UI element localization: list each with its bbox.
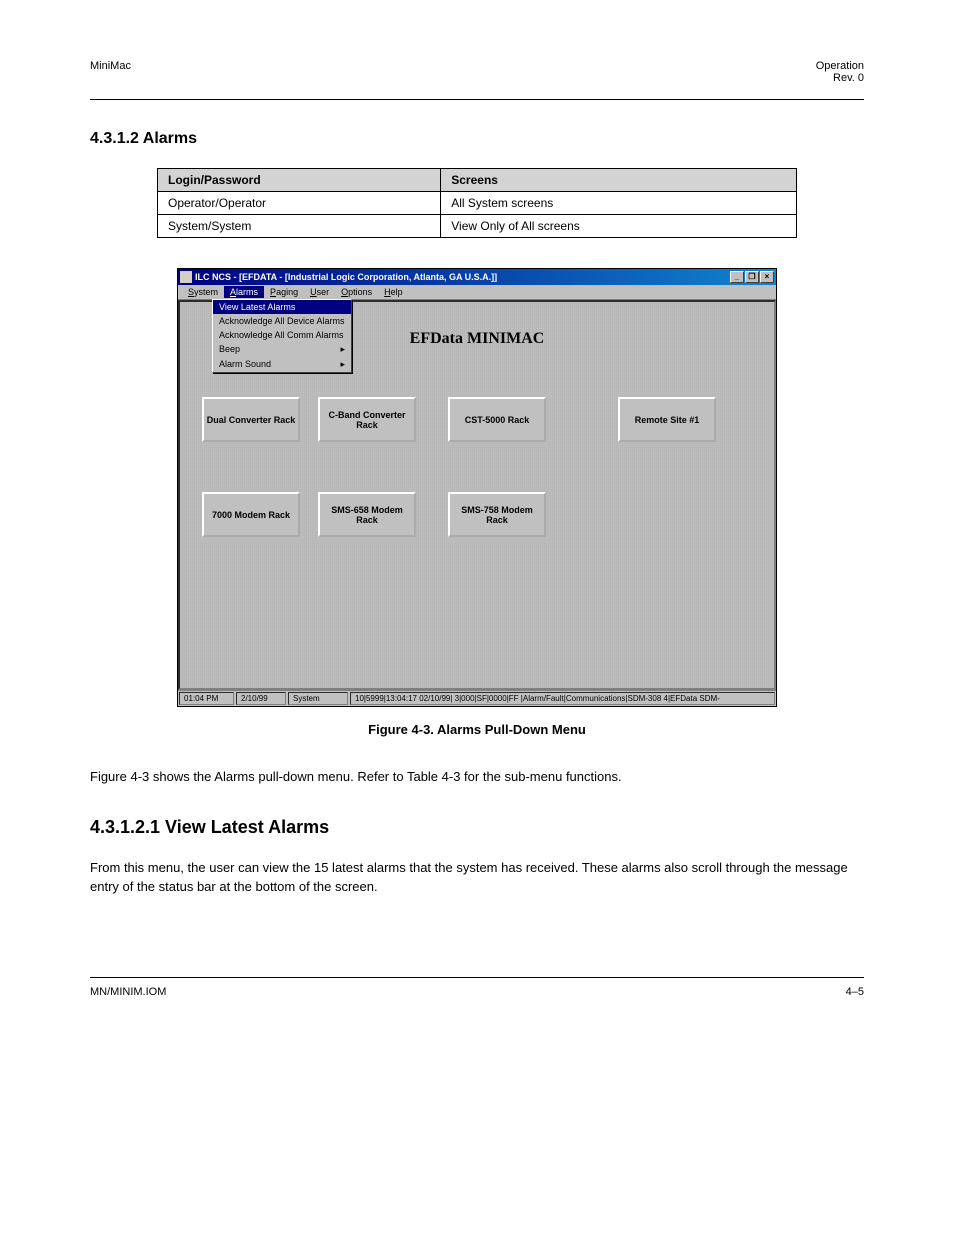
- login-col2-header: Screens: [441, 169, 797, 192]
- menu-system[interactable]: System: [182, 286, 224, 298]
- menu-user[interactable]: User: [304, 286, 335, 298]
- cst5000-rack-button[interactable]: CST-5000 Rack: [448, 397, 546, 442]
- status-date: 2/10/99: [236, 692, 286, 705]
- login-table: Login/Password Screens Operator/Operator…: [157, 168, 797, 238]
- doc-header-left: MiniMac: [90, 60, 131, 72]
- menu-alarm-sound[interactable]: Alarm Sound▸: [213, 357, 351, 372]
- alarms-dropdown: View Latest Alarms Acknowledge All Devic…: [212, 299, 352, 373]
- table-row: System/System View Only of All screens: [158, 215, 797, 238]
- maximize-button[interactable]: ❐: [745, 271, 759, 283]
- menu-ack-comm-alarms[interactable]: Acknowledge All Comm Alarms: [213, 328, 351, 342]
- viewlatest-body: From this menu, the user can view the 15…: [90, 858, 864, 897]
- menu-view-latest-alarms[interactable]: View Latest Alarms: [213, 300, 351, 314]
- menu-help[interactable]: Help: [378, 286, 409, 298]
- status-mode: System: [288, 692, 348, 705]
- status-time: 01:04 PM: [179, 692, 234, 705]
- footer-page: 4–5: [846, 986, 864, 998]
- window-title: ILC NCS - [EFDATA - [Industrial Logic Co…: [195, 272, 730, 282]
- sms658-modem-rack-button[interactable]: SMS-658 Modem Rack: [318, 492, 416, 537]
- app-icon: [180, 271, 192, 283]
- app-window: ILC NCS - [EFDATA - [Industrial Logic Co…: [177, 268, 777, 707]
- page-footer: MN/MINIM.IOM 4–5: [90, 977, 864, 998]
- menu-beep[interactable]: Beep▸: [213, 342, 351, 357]
- close-button[interactable]: ×: [760, 271, 774, 283]
- menu-alarms[interactable]: Alarms: [224, 286, 264, 298]
- body-text: Figure 4-3 shows the Alarms pull-down me…: [90, 767, 864, 787]
- subsection-title: 4.3.1.2 Alarms: [90, 130, 864, 148]
- titlebar: ILC NCS - [EFDATA - [Industrial Logic Co…: [178, 269, 776, 285]
- 7000-modem-rack-button[interactable]: 7000 Modem Rack: [202, 492, 300, 537]
- status-alarm-msg: 10|5999|13:04:17 02/10/99| 3|000|SF|0000…: [350, 692, 775, 705]
- menubar: System Alarms Paging User Options Help V…: [178, 285, 776, 300]
- sms758-modem-rack-button[interactable]: SMS-758 Modem Rack: [448, 492, 546, 537]
- viewlatest-title: 4.3.1.2.1 View Latest Alarms: [90, 817, 864, 838]
- menu-paging[interactable]: Paging: [264, 286, 304, 298]
- login-col1-header: Login/Password: [158, 169, 441, 192]
- dual-converter-rack-button[interactable]: Dual Converter Rack: [202, 397, 300, 442]
- doc-header-right: Operation: [816, 60, 864, 72]
- table-row: Operator/Operator All System screens: [158, 192, 797, 215]
- figure-caption: Figure 4-3. Alarms Pull-Down Menu: [90, 722, 864, 737]
- minimize-button[interactable]: _: [730, 271, 744, 283]
- chevron-right-icon: ▸: [340, 344, 345, 355]
- menu-ack-device-alarms[interactable]: Acknowledge All Device Alarms: [213, 314, 351, 328]
- doc-header-rev: Rev. 0: [833, 72, 864, 84]
- footer-doc: MN/MINIM.IOM: [90, 986, 166, 998]
- remote-site-button[interactable]: Remote Site #1: [618, 397, 716, 442]
- menu-options[interactable]: Options: [335, 286, 378, 298]
- statusbar: 01:04 PM 2/10/99 System 10|5999|13:04:17…: [178, 690, 776, 706]
- cband-converter-rack-button[interactable]: C-Band Converter Rack: [318, 397, 416, 442]
- chevron-right-icon: ▸: [340, 359, 345, 370]
